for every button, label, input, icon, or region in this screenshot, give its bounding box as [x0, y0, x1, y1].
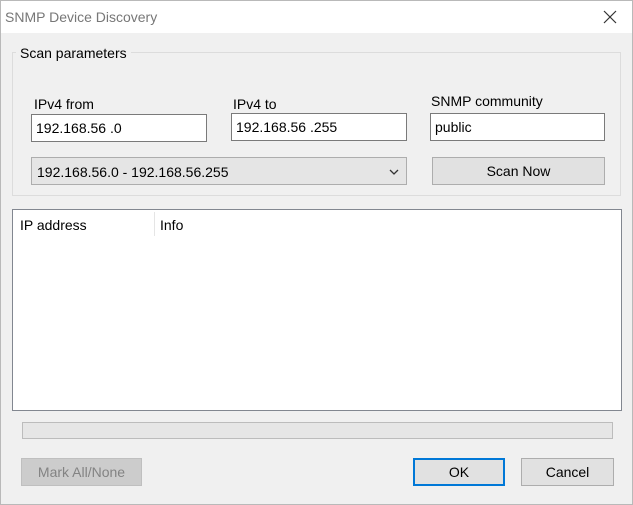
chevron-down-icon: [389, 169, 399, 175]
snmp-community-input[interactable]: [430, 113, 605, 141]
cancel-button[interactable]: Cancel: [521, 458, 614, 486]
ok-button[interactable]: OK: [413, 458, 505, 486]
scan-now-button[interactable]: Scan Now: [432, 157, 605, 185]
ipv4-to-input[interactable]: [231, 113, 407, 141]
ip-range-dropdown[interactable]: 192.168.56.0 - 192.168.56.255: [31, 157, 407, 185]
column-ip-address[interactable]: IP address: [20, 210, 150, 240]
snmp-community-label: SNMP community: [431, 93, 543, 109]
ipv4-from-input[interactable]: [31, 114, 207, 142]
column-info[interactable]: Info: [160, 210, 460, 240]
close-icon: [603, 10, 617, 24]
ip-range-selected: 192.168.56.0 - 192.168.56.255: [37, 164, 229, 180]
results-list[interactable]: IP address Info: [12, 209, 622, 411]
scan-progress-bar: [22, 422, 613, 439]
ipv4-from-label: IPv4 from: [34, 96, 94, 112]
close-button[interactable]: [588, 1, 632, 33]
mark-all-none-button[interactable]: Mark All/None: [21, 458, 142, 486]
ipv4-to-label: IPv4 to: [233, 96, 277, 112]
title-bar: SNMP Device Discovery: [1, 1, 632, 33]
results-header: IP address Info: [13, 210, 621, 240]
snmp-discovery-dialog: SNMP Device Discovery Scan parameters IP…: [0, 0, 633, 505]
scan-parameters-label: Scan parameters: [16, 45, 131, 61]
column-divider[interactable]: [154, 212, 155, 236]
window-title: SNMP Device Discovery: [5, 9, 158, 25]
